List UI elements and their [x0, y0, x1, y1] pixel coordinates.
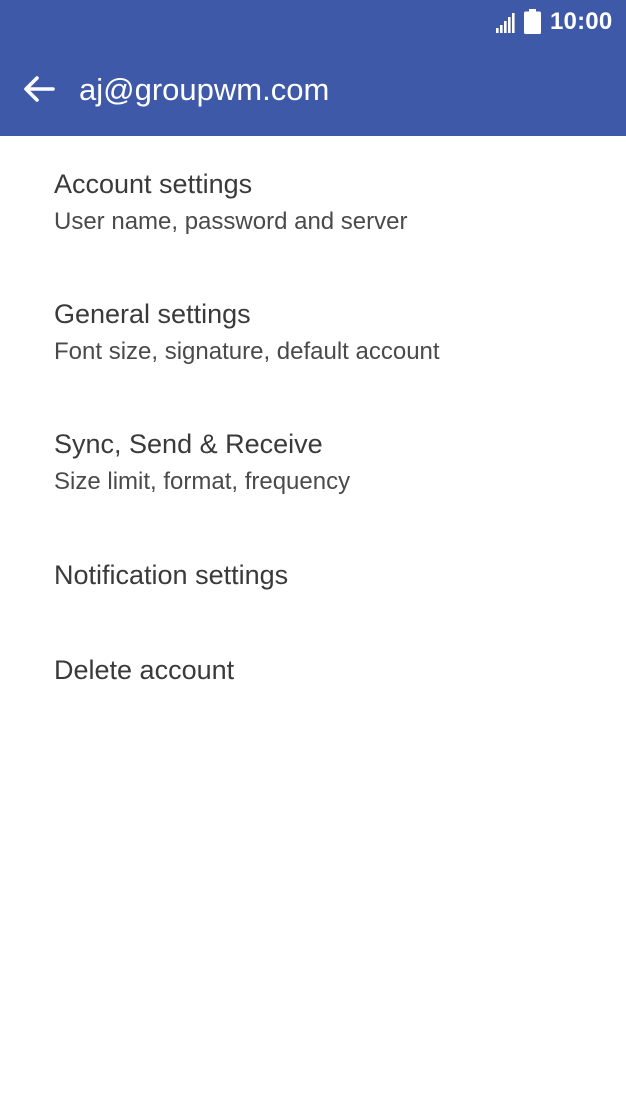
menu-item-subtitle: Font size, signature, default account — [54, 338, 440, 365]
app-bar: 10:00 aj@groupwm.com — [0, 0, 626, 136]
menu-item-subtitle: User name, password and server — [54, 208, 408, 235]
page-title: aj@groupwm.com — [79, 72, 330, 107]
back-button[interactable] — [18, 68, 60, 110]
menu-item-title: General settings — [54, 299, 251, 329]
signal-bars-icon — [496, 11, 518, 33]
menu-item-title: Sync, Send & Receive — [54, 429, 323, 459]
menu-item-general-settings[interactable]: General settings Font size, signature, d… — [0, 266, 626, 396]
arrow-left-icon — [24, 76, 55, 102]
menu-item-sync-send-receive[interactable]: Sync, Send & Receive Size limit, format,… — [0, 396, 626, 526]
menu-item-delete-account[interactable]: Delete account — [0, 621, 626, 716]
menu-item-subtitle: Size limit, format, frequency — [54, 468, 351, 495]
menu-item-account-settings[interactable]: Account settings User name, password and… — [0, 136, 626, 266]
status-bar: 10:00 — [0, 0, 626, 46]
battery-full-icon — [524, 9, 541, 34]
menu-item-title: Delete account — [54, 655, 235, 685]
status-time: 10:00 — [550, 8, 613, 35]
menu-item-title: Notification settings — [54, 560, 289, 590]
menu-item-title: Account settings — [54, 169, 253, 199]
menu-item-notification-settings[interactable]: Notification settings — [0, 526, 626, 621]
